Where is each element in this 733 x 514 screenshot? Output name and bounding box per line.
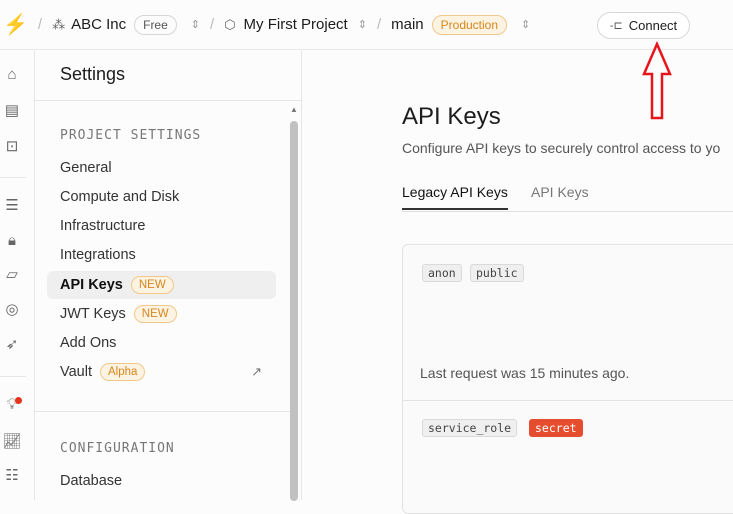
new-badge: NEW: [133, 305, 177, 323]
connect-label: Connect: [628, 18, 678, 33]
nav-label: Compute and Disk: [60, 189, 180, 205]
connect-button[interactable]: -⊏ Connect: [597, 12, 690, 39]
branch-switcher-icon[interactable]: ⇕: [521, 18, 530, 31]
tabs: Legacy API Keys API Keys: [402, 174, 733, 212]
anon-role-tag: anon: [422, 264, 462, 282]
project-icon: ⬡: [224, 16, 236, 32]
project-switcher-icon[interactable]: ⇕: [358, 18, 367, 31]
page-description: Configure API keys to securely control a…: [402, 140, 721, 156]
separator: /: [37, 16, 43, 33]
env-badge: Production: [431, 14, 508, 35]
icon-rail: ⌂ ▤ ⊡ ☰ 🔒︎ ▱ ◎ ➶ 💡︎ 📈︎ ☷: [0, 51, 35, 500]
plug-icon: -⊏: [609, 20, 623, 32]
settings-sidebar: Settings PROJECT SETTINGS General Comput…: [35, 51, 302, 501]
advisors-icon[interactable]: 💡︎: [2, 395, 22, 415]
org-switcher-icon[interactable]: ⇕: [191, 18, 200, 31]
top-bar: ⚡ / ⁂ ABC Inc Free ⇕ / ⬡ My First Projec…: [0, 0, 733, 50]
scrollbar[interactable]: [290, 121, 298, 501]
nav-label: Infrastructure: [60, 218, 146, 234]
service-role-tag: service_role: [422, 419, 518, 437]
home-icon[interactable]: ⌂: [2, 65, 22, 85]
nav-vault[interactable]: Vault Alpha ↗: [47, 358, 276, 386]
tab-api-keys[interactable]: API Keys: [531, 184, 589, 200]
nav-compute[interactable]: Compute and Disk: [47, 183, 276, 211]
nav-infrastructure[interactable]: Infrastructure: [47, 212, 276, 240]
auth-icon[interactable]: 🔒︎: [2, 231, 22, 251]
divider: [0, 177, 26, 178]
nav-integrations[interactable]: Integrations: [47, 241, 276, 269]
main-content: API Keys Configure API keys to securely …: [302, 51, 733, 514]
tab-legacy-api-keys[interactable]: Legacy API Keys: [402, 184, 508, 210]
alpha-badge: Alpha: [99, 363, 146, 381]
section-configuration: CONFIGURATION: [60, 441, 175, 456]
org-icon: ⁂: [52, 16, 66, 32]
settings-title: Settings: [35, 51, 301, 101]
plan-badge: Free: [134, 14, 177, 35]
separator: /: [210, 16, 215, 33]
separator: /: [376, 16, 382, 33]
scroll-up-icon[interactable]: ▲: [290, 105, 298, 114]
nav-jwt-keys[interactable]: JWT Keys NEW: [47, 300, 276, 328]
divider: [0, 376, 26, 377]
nav-label: Vault: [60, 364, 92, 380]
nav-label: API Keys: [60, 277, 123, 293]
divider: [35, 411, 290, 412]
reports-icon[interactable]: 📈︎: [2, 432, 22, 452]
project-name[interactable]: My First Project: [244, 16, 348, 33]
table-editor-icon[interactable]: ▤: [2, 101, 22, 121]
nav-label: Add Ons: [60, 335, 117, 351]
api-keys-card: anon public Last request was 15 minutes …: [402, 244, 733, 514]
page-title: API Keys: [402, 103, 501, 130]
nav-label: General: [60, 160, 112, 176]
branch-name[interactable]: main: [391, 16, 424, 33]
section-project-settings: PROJECT SETTINGS: [60, 128, 202, 143]
realtime-icon[interactable]: ◎: [2, 300, 22, 320]
sql-editor-icon[interactable]: ⊡: [2, 137, 22, 157]
public-tag: public: [470, 264, 524, 282]
nav-api-keys[interactable]: API Keys NEW: [47, 271, 276, 299]
nav-add-ons[interactable]: Add Ons: [47, 329, 276, 357]
nav-label: Integrations: [60, 247, 136, 263]
nav-label: Database: [60, 473, 123, 489]
org-name[interactable]: ABC Inc: [71, 16, 126, 33]
external-link-icon: ↗: [251, 364, 262, 379]
supabase-logo-icon[interactable]: ⚡: [3, 12, 28, 37]
new-badge: NEW: [130, 276, 174, 294]
nav-label: JWT Keys: [60, 306, 126, 322]
edge-functions-icon[interactable]: ➶: [2, 335, 22, 355]
database-icon[interactable]: ☰: [2, 196, 22, 216]
logs-icon[interactable]: ☷: [2, 466, 22, 486]
divider: [403, 400, 733, 401]
storage-icon[interactable]: ▱: [2, 265, 22, 285]
last-request-text: Last request was 15 minutes ago.: [420, 365, 630, 381]
nav-general[interactable]: General: [47, 154, 276, 182]
secret-tag: secret: [529, 419, 583, 437]
nav-database[interactable]: Database: [47, 467, 276, 495]
